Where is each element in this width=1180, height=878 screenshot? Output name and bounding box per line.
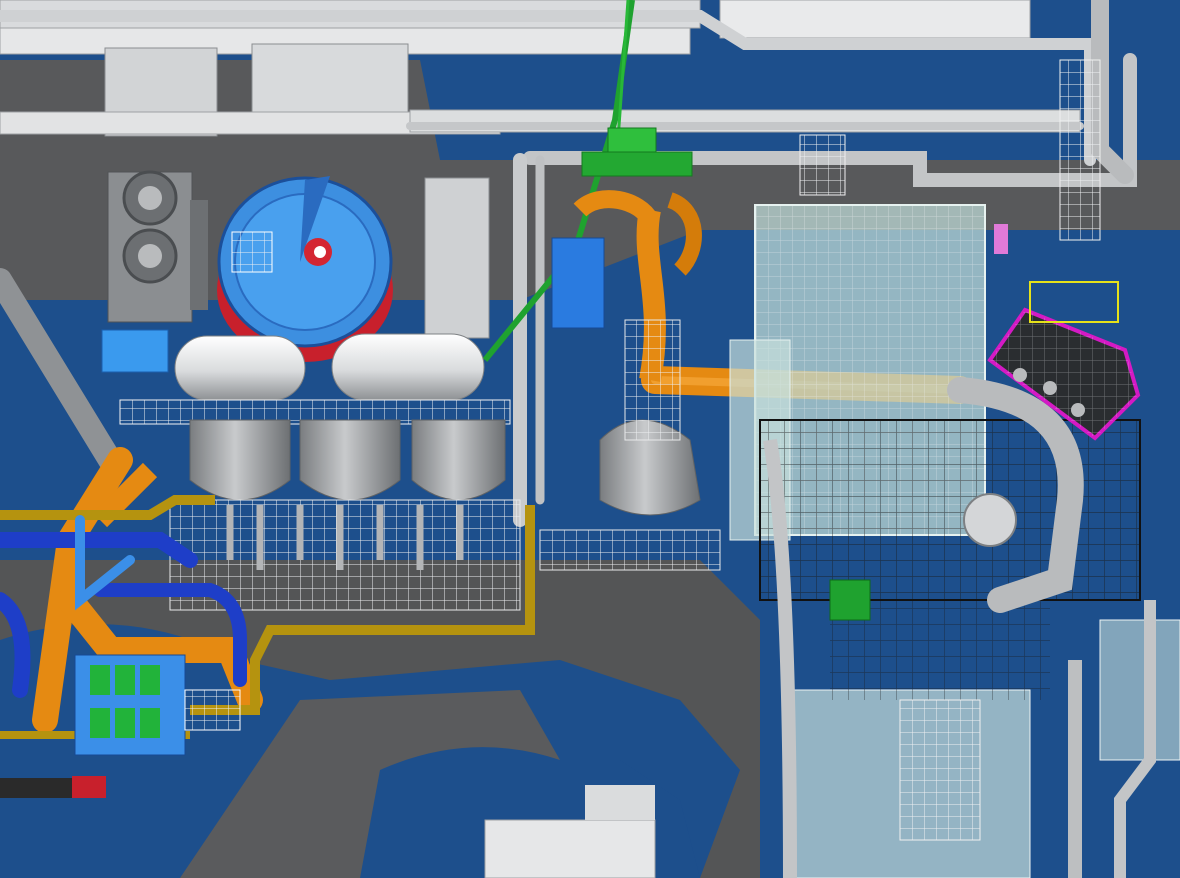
building-roof [424,177,490,339]
cylindrical-vessels[interactable] [169,419,521,611]
building-roof [585,785,655,820]
building-roof [484,819,656,878]
reactor-vessel[interactable] [539,319,721,571]
vehicle [0,776,106,798]
model-viewport[interactable] [0,0,1180,878]
building-roof [719,0,1031,39]
plant-3d-model[interactable] [0,0,1180,878]
